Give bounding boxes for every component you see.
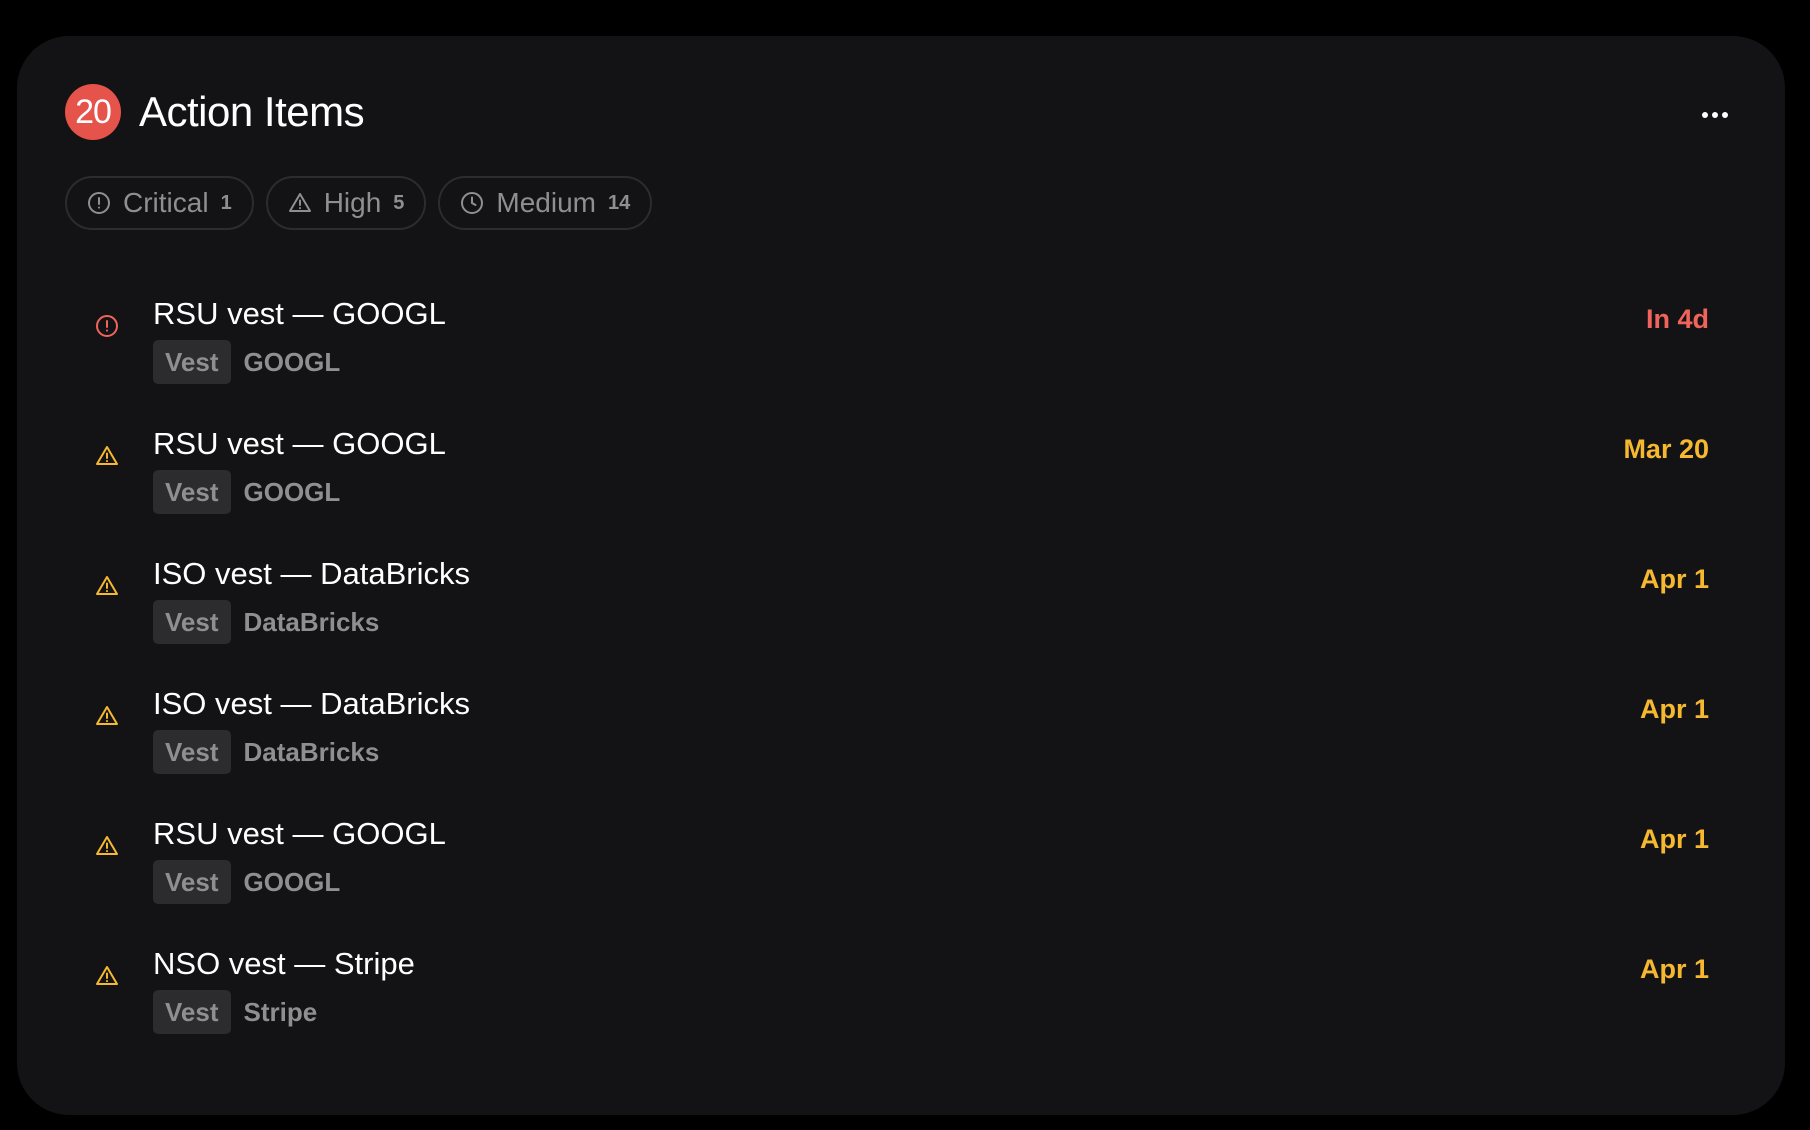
type-tag: Vest xyxy=(153,990,231,1034)
filter-count: 14 xyxy=(608,191,631,214)
item-title: RSU vest — GOOGL xyxy=(153,426,446,461)
type-tag: Vest xyxy=(153,340,231,384)
more-options-button[interactable] xyxy=(1695,100,1735,130)
card-title: Action Items xyxy=(139,88,365,135)
action-item-row[interactable]: NSO vest — Stripe Vest Stripe Apr 1 xyxy=(17,930,1785,1060)
alert-triangle-icon xyxy=(95,834,119,858)
due-date: Mar 20 xyxy=(1623,434,1709,464)
due-date: Apr 1 xyxy=(1639,954,1709,984)
company-name: DataBricks xyxy=(243,606,380,637)
filter-chip-medium[interactable]: Medium 14 xyxy=(438,176,653,230)
more-horizontal-icon xyxy=(1702,112,1728,118)
item-tags: Vest Stripe xyxy=(153,990,317,1034)
item-title: RSU vest — GOOGL xyxy=(153,816,446,851)
filter-count: 5 xyxy=(393,191,405,214)
item-tags: Vest GOOGL xyxy=(153,470,340,514)
item-tags: Vest GOOGL xyxy=(153,860,340,904)
type-tag: Vest xyxy=(153,860,231,904)
alert-triangle-icon xyxy=(95,964,119,988)
alert-circle-icon xyxy=(87,191,111,215)
item-title: ISO vest — DataBricks xyxy=(153,686,470,721)
due-date: In 4d xyxy=(1645,304,1709,334)
type-tag: Vest xyxy=(153,730,231,774)
filter-label: Critical xyxy=(123,187,209,218)
filter-label: Medium xyxy=(496,187,596,218)
severity-filters: Critical 1 High 5 Medium 14 xyxy=(65,176,653,230)
due-date: Apr 1 xyxy=(1639,824,1709,854)
company-name: DataBricks xyxy=(243,736,380,767)
clock-icon xyxy=(460,191,484,215)
action-items-card: 20 Action Items Critical 1 High 5 Medium… xyxy=(17,36,1785,1115)
alert-circle-icon xyxy=(95,314,119,338)
type-tag: Vest xyxy=(153,600,231,644)
card-header: 20 Action Items xyxy=(65,84,365,140)
alert-triangle-icon xyxy=(288,191,312,215)
filter-count: 1 xyxy=(220,191,232,214)
item-tags: Vest DataBricks xyxy=(153,600,379,644)
action-item-row[interactable]: ISO vest — DataBricks Vest DataBricks Ap… xyxy=(17,540,1785,670)
action-item-row[interactable]: ISO vest — DataBricks Vest DataBricks Ap… xyxy=(17,670,1785,800)
action-items-list: RSU vest — GOOGL Vest GOOGL In 4d RSU ve… xyxy=(17,280,1785,1060)
company-name: GOOGL xyxy=(243,866,341,897)
item-title: ISO vest — DataBricks xyxy=(153,556,470,591)
alert-triangle-icon xyxy=(95,574,119,598)
filter-chip-critical[interactable]: Critical 1 xyxy=(65,176,254,230)
company-name: GOOGL xyxy=(243,346,341,377)
alert-triangle-icon xyxy=(95,704,119,728)
filter-chip-high[interactable]: High 5 xyxy=(265,176,427,230)
company-name: GOOGL xyxy=(243,476,341,507)
company-name: Stripe xyxy=(243,996,318,1027)
item-tags: Vest DataBricks xyxy=(153,730,379,774)
action-item-row[interactable]: RSU vest — GOOGL Vest GOOGL Apr 1 xyxy=(17,800,1785,930)
alert-triangle-icon xyxy=(95,444,119,468)
item-title: NSO vest — Stripe xyxy=(153,946,415,981)
filter-label: High xyxy=(323,187,382,218)
action-item-row[interactable]: RSU vest — GOOGL Vest GOOGL Mar 20 xyxy=(17,410,1785,540)
due-date: Apr 1 xyxy=(1639,564,1709,594)
type-tag: Vest xyxy=(153,470,231,514)
item-title: RSU vest — GOOGL xyxy=(153,296,446,331)
action-item-row[interactable]: RSU vest — GOOGL Vest GOOGL In 4d xyxy=(17,280,1785,410)
item-tags: Vest GOOGL xyxy=(153,340,340,384)
due-date: Apr 1 xyxy=(1639,694,1709,724)
count-badge: 20 xyxy=(65,84,121,140)
